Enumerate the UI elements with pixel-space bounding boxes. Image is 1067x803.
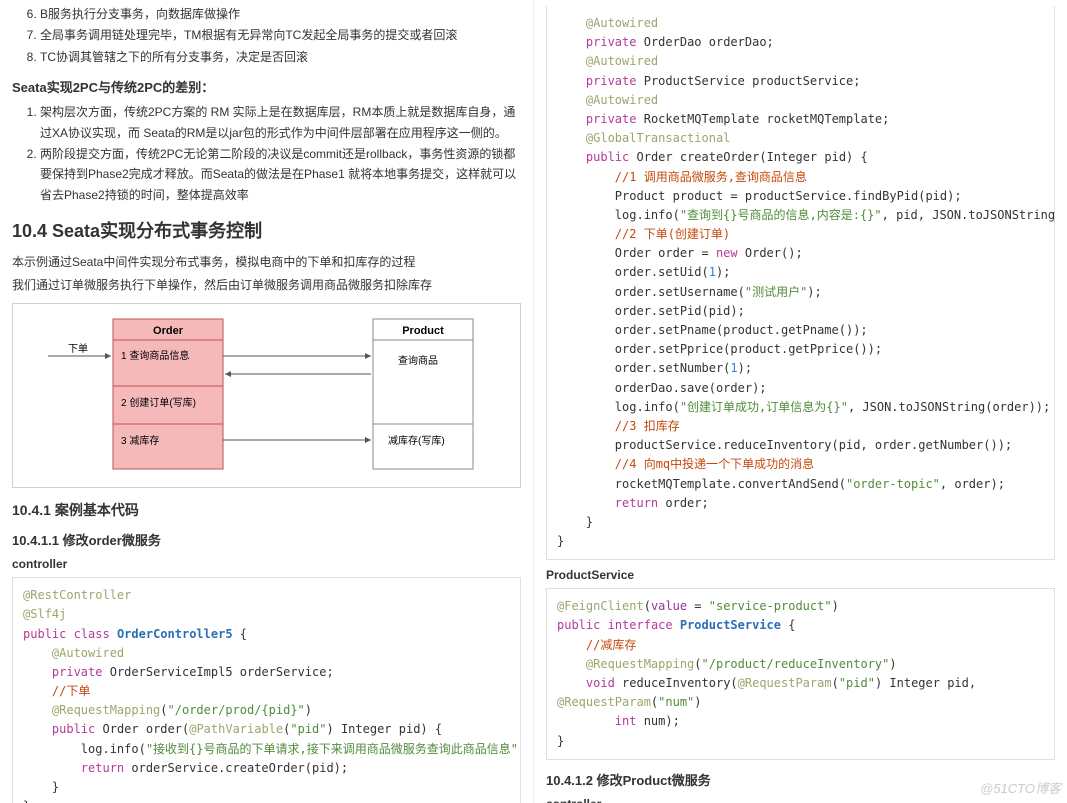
- list-item: 全局事务调用链处理完毕，TM根据有无异常向TC发起全局事务的提交或者回滚: [40, 25, 521, 45]
- code-order-service-impl: @Autowired private OrderDao orderDao; @A…: [546, 6, 1055, 560]
- code-product-service-interface: @FeignClient(value = "service-product") …: [546, 588, 1055, 760]
- code-controller-order: @RestController @Slf4j public class Orde…: [12, 577, 521, 803]
- diagram-row: 3 减库存: [121, 434, 159, 447]
- heading-10-4: 10.4 Seata实现分布式事务控制: [12, 217, 521, 243]
- para: 我们通过订单微服务执行下单操作，然后由订单微服务调用商品微服务扣除库存: [12, 276, 521, 293]
- pre-list: B服务执行分支事务，向数据库做操作 全局事务调用链处理完毕，TM根据有无异常向T…: [40, 4, 521, 67]
- product-box-title: Product: [402, 325, 444, 337]
- list-item: 架构层次方面，传统2PC方案的 RM 实际上是在数据库层，RM本质上就是数据库自…: [40, 102, 521, 143]
- diagram-row: 2 创建订单(写库): [121, 396, 196, 409]
- para: 本示例通过Seata中间件实现分布式事务，模拟电商中的下单和扣库存的过程: [12, 253, 521, 270]
- diagram-row: 减库存(写库): [388, 434, 445, 447]
- label-controller: controller: [12, 557, 521, 571]
- flow-diagram: Order 1 查询商品信息 2 创建订单(写库) 3 减库存 Product …: [12, 303, 521, 488]
- diff-list: 架构层次方面，传统2PC方案的 RM 实际上是在数据库层，RM本质上就是数据库自…: [40, 102, 521, 205]
- list-item: B服务执行分支事务，向数据库做操作: [40, 4, 521, 24]
- label-product-service: ProductService: [546, 568, 1055, 582]
- diagram-svg: Order 1 查询商品信息 2 创建订单(写库) 3 减库存 Product …: [23, 314, 493, 474]
- heading-10-4-1-1: 10.4.1.1 修改order微服务: [12, 530, 521, 549]
- diagram-row: 1 查询商品信息: [121, 349, 189, 362]
- heading-10-4-1: 10.4.1 案例基本代码: [12, 500, 521, 520]
- list-item: TC协调其管辖之下的所有分支事务，决定是否回滚: [40, 47, 521, 67]
- order-box-title: Order: [153, 325, 184, 337]
- heading-seata-2pc: Seata实现2PC与传统2PC的差别：: [12, 77, 521, 96]
- arrow-label: 下单: [68, 343, 88, 355]
- diagram-row: 查询商品: [398, 354, 438, 367]
- heading-10-4-1-2: 10.4.1.2 修改Product微服务: [546, 770, 1055, 789]
- label-controller: controller: [546, 797, 1055, 803]
- list-item: 两阶段提交方面，传统2PC无论第二阶段的决议是commit还是rollback，…: [40, 144, 521, 205]
